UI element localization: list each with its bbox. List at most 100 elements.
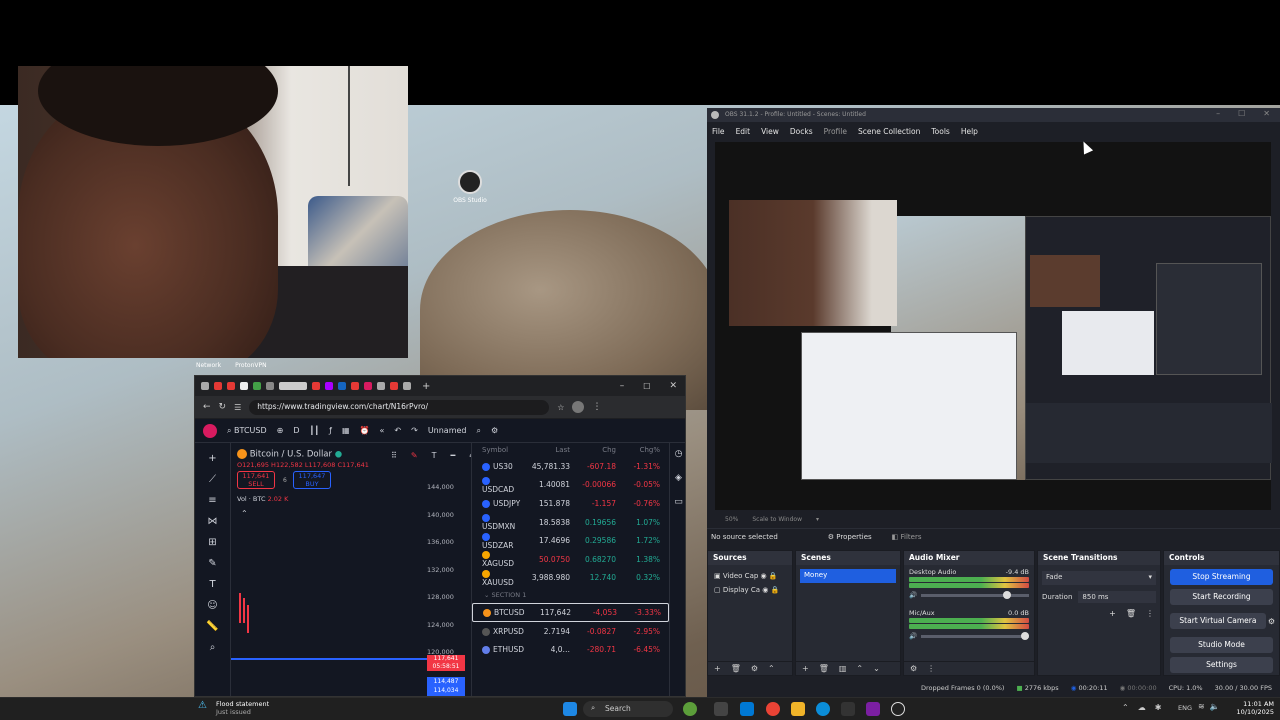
tab-favicon[interactable] xyxy=(338,382,346,390)
address-bar[interactable]: https://www.tradingview.com/chart/N16rPv… xyxy=(249,399,550,415)
tab-favicon[interactable] xyxy=(377,382,385,390)
chrome-icon[interactable] xyxy=(766,702,780,716)
projection-icon[interactable]: ⊞ xyxy=(208,537,216,548)
layout-name[interactable]: Unnamed xyxy=(428,426,467,435)
undo-icon[interactable]: ↶ xyxy=(394,426,401,435)
edge-icon[interactable] xyxy=(816,702,830,716)
tab-favicon[interactable] xyxy=(364,382,372,390)
tv-avatar[interactable] xyxy=(203,423,217,438)
visibility-eye-icon[interactable]: ◉ xyxy=(761,572,767,580)
indicators-icon[interactable]: ƒ xyxy=(329,426,332,435)
mixer-settings-icon[interactable]: ⚙ xyxy=(910,664,917,673)
templates-icon[interactable]: ▦ xyxy=(342,426,350,435)
watchlist-row[interactable]: ETHUSD 4,0… -280.71 -6.45% xyxy=(472,640,669,659)
watchlist-section[interactable]: ⌄ SECTION 1 xyxy=(472,587,669,603)
price-axis[interactable]: 144,000 140,000 136,000 132,000 128,000 … xyxy=(427,483,471,676)
back-icon[interactable]: ← xyxy=(203,402,211,412)
source-item[interactable]: ▢ Display Ca ◉ 🔒 xyxy=(714,583,786,597)
candle-type-icon[interactable]: ┃┃ xyxy=(310,426,320,435)
add-source-icon[interactable]: + xyxy=(714,664,721,673)
watchlist-row[interactable]: XAUUSD 3,988.980 12.740 0.32% xyxy=(472,569,669,588)
move-up-icon[interactable]: ⌃ xyxy=(768,664,775,673)
sell-button[interactable]: 117,641 SELL xyxy=(237,471,275,489)
virtual-camera-settings-icon[interactable]: ⚙ xyxy=(1268,617,1275,626)
layers-icon[interactable]: ◈ xyxy=(675,473,682,483)
pattern-icon[interactable]: ⋈ xyxy=(208,516,218,527)
remove-transition-icon[interactable]: 🗑 xyxy=(1126,609,1136,618)
drag-handle-icon[interactable]: ⠿ xyxy=(391,451,397,460)
maximize-icon[interactable]: ☐ xyxy=(1238,109,1245,118)
obs-desktop-shortcut[interactable]: OBS Studio xyxy=(448,170,492,204)
interval-button[interactable]: D xyxy=(293,426,299,435)
tab-favicon[interactable] xyxy=(253,382,261,390)
start-virtual-camera-button[interactable]: Start Virtual Camera xyxy=(1170,613,1266,629)
more-menu-icon[interactable]: ⋮ xyxy=(592,402,601,412)
collapse-legend-icon[interactable]: ⌃ xyxy=(241,509,248,518)
price-chart[interactable]: Bitcoin / U.S. Dollar ● O121,695 H122,58… xyxy=(231,443,484,696)
weather-widget[interactable]: ⚠ Flood statement Just issued xyxy=(198,700,269,716)
tray-overflow-icon[interactable]: ⌃ xyxy=(1122,703,1129,712)
tab-favicon[interactable] xyxy=(325,382,333,390)
watchlist-row[interactable]: US30 45,781.33 -607.18 -1.31% xyxy=(472,457,669,476)
pen-color-icon[interactable]: ✎ xyxy=(411,451,418,460)
transition-menu-icon[interactable]: ⋮ xyxy=(1146,609,1154,618)
scene-item-money[interactable]: Money xyxy=(800,569,896,583)
chat-icon[interactable]: ▭ xyxy=(674,497,683,507)
settings-icon[interactable]: ⚙ xyxy=(491,426,498,435)
remove-source-icon[interactable]: 🗑 xyxy=(731,664,741,673)
bookmark-star-icon[interactable]: ☆ xyxy=(557,403,564,412)
source-item[interactable]: ▣ Video Cap ◉ 🔒 xyxy=(714,569,786,583)
tab-favicon[interactable] xyxy=(312,382,320,390)
tab-favicon[interactable] xyxy=(351,382,359,390)
mixer-menu-icon[interactable]: ⋮ xyxy=(927,664,935,673)
maximize-icon[interactable]: ☐ xyxy=(643,382,650,391)
emoji-icon[interactable]: ☺ xyxy=(207,600,217,611)
app-icon[interactable] xyxy=(866,702,880,716)
store-icon[interactable] xyxy=(740,702,754,716)
speaker-icon[interactable]: 🔊 xyxy=(909,591,917,599)
tab-favicon[interactable] xyxy=(266,382,274,390)
bluetooth-icon[interactable]: ✱ xyxy=(1155,703,1162,712)
chevron-down-icon[interactable]: ▾ xyxy=(816,516,819,523)
quick-search-icon[interactable]: ⌕ xyxy=(477,426,481,436)
move-down-icon[interactable]: ⌄ xyxy=(873,664,880,673)
active-tab[interactable] xyxy=(279,382,307,390)
wifi-icon[interactable]: ≋ xyxy=(1198,702,1205,711)
scale-mode[interactable]: Scale to Window xyxy=(752,516,802,523)
tab-favicon[interactable] xyxy=(227,382,235,390)
remove-scene-icon[interactable]: 🗑 xyxy=(819,664,829,673)
close-icon[interactable]: ✕ xyxy=(669,381,677,391)
duration-input[interactable]: 850 ms xyxy=(1078,591,1156,603)
menu-edit[interactable]: Edit xyxy=(736,127,751,136)
volume-slider[interactable] xyxy=(921,631,1029,640)
tab-favicon[interactable] xyxy=(240,382,248,390)
task-view-icon[interactable] xyxy=(714,702,728,716)
line-style-icon[interactable]: ━ xyxy=(450,451,455,460)
menu-file[interactable]: File xyxy=(712,127,725,136)
visibility-eye-icon[interactable]: ◉ xyxy=(762,586,768,594)
source-settings-icon[interactable]: ⚙ xyxy=(751,664,758,673)
reload-icon[interactable]: ↻ xyxy=(219,402,227,412)
menu-view[interactable]: View xyxy=(761,127,779,136)
tab-favicon[interactable] xyxy=(201,382,209,390)
menu-help[interactable]: Help xyxy=(961,127,978,136)
cloud-icon[interactable]: ☁ xyxy=(1138,703,1146,712)
watchlist-row[interactable]: USDZAR 17.4696 0.29586 1.72% xyxy=(472,531,669,550)
tab-favicon[interactable] xyxy=(390,382,398,390)
start-windows-icon[interactable] xyxy=(563,702,577,716)
minimize-icon[interactable]: – xyxy=(620,381,625,391)
ruler-icon[interactable]: 📏 xyxy=(206,621,218,632)
filters-button[interactable]: ◧ Filters xyxy=(892,533,922,541)
redo-icon[interactable]: ↷ xyxy=(411,426,418,435)
lock-icon[interactable]: 🔒 xyxy=(771,586,780,594)
properties-button[interactable]: ⚙ Properties xyxy=(828,533,872,541)
obs-preview[interactable] xyxy=(715,142,1272,510)
fib-icon[interactable]: ≡ xyxy=(208,495,216,506)
close-icon[interactable]: ✕ xyxy=(1263,109,1270,118)
watchlist-row[interactable]: USDMXN 18.5838 0.19656 1.07% xyxy=(472,513,669,532)
watchlist-row[interactable]: XAGUSD 50.0750 0.68270 1.38% xyxy=(472,550,669,569)
menu-scene-collection[interactable]: Scene Collection xyxy=(858,127,920,136)
speaker-icon[interactable]: 🔊 xyxy=(909,632,917,640)
menu-docks[interactable]: Docks xyxy=(790,127,813,136)
move-up-icon[interactable]: ⌃ xyxy=(856,664,863,673)
